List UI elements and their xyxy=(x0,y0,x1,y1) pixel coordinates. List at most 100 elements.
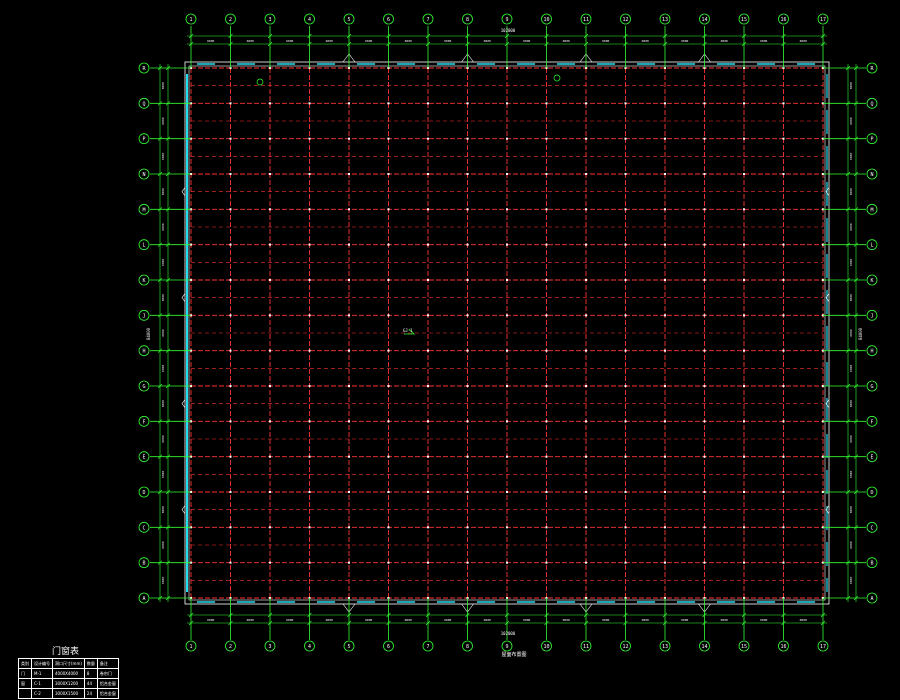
grid-node xyxy=(782,208,785,211)
axis-label-row: J xyxy=(870,313,873,319)
axis-label-column: 15 xyxy=(741,644,747,650)
grid-node xyxy=(703,349,706,352)
grid-node xyxy=(348,314,350,317)
grid-node xyxy=(624,173,627,175)
grid-node xyxy=(348,243,350,246)
grid-node xyxy=(387,385,390,387)
grid-node xyxy=(269,420,271,423)
grid-node xyxy=(387,102,390,105)
axis-label-column: 1 xyxy=(189,17,192,23)
axis-bubbles: 1122334455667788991010111112121313141415… xyxy=(138,13,878,652)
dimension-label-row: 6000 xyxy=(849,223,853,230)
grid-node xyxy=(427,349,429,352)
dimension-label-row: 6000 xyxy=(161,259,165,266)
grid-node xyxy=(703,561,706,564)
grid-node xyxy=(466,173,469,175)
dimension-label-column: 6000 xyxy=(800,39,807,43)
axis-label-row: E xyxy=(142,455,145,461)
axis-label-column: 12 xyxy=(622,17,628,23)
grid-node xyxy=(466,491,469,493)
grid-node xyxy=(545,314,548,317)
grid-node xyxy=(308,561,311,564)
dimension-label-row: 6000 xyxy=(161,117,165,124)
grid-node xyxy=(664,526,666,529)
dimension-label-column: 6000 xyxy=(642,39,649,43)
legend-cell: 3000X1500 xyxy=(52,688,85,699)
dimension-label-row: 6000 xyxy=(849,259,853,266)
grid-node xyxy=(229,208,232,211)
dimension-label-row: 6000 xyxy=(161,153,165,160)
grid-node xyxy=(624,279,627,281)
grid-node xyxy=(506,385,508,387)
grid-node xyxy=(466,314,469,317)
grid-node xyxy=(506,208,508,211)
dimension-label-column: 6000 xyxy=(563,618,570,622)
axis-label-column: 15 xyxy=(741,17,747,23)
axis-label-column: 16 xyxy=(780,17,786,23)
grid-node xyxy=(506,137,508,140)
dimension-label-column: 6000 xyxy=(247,618,254,622)
detail-marker xyxy=(553,74,561,82)
grid-node xyxy=(387,491,390,493)
axis-label-row: F xyxy=(142,419,145,425)
grid-node xyxy=(269,526,271,529)
axis-label-row: K xyxy=(142,278,145,284)
grid-node xyxy=(545,173,548,175)
grid-node xyxy=(782,491,785,493)
grid-node xyxy=(703,279,706,281)
grid-node xyxy=(348,526,350,529)
grid-node xyxy=(782,455,785,458)
grid-node xyxy=(743,561,745,564)
grid-node xyxy=(466,102,469,105)
overall-dimension-top: 102000 xyxy=(501,28,516,33)
dimension-label-row: 6000 xyxy=(849,400,853,407)
axis-label-column: 9 xyxy=(505,17,508,23)
dimension-label-row: 6000 xyxy=(849,117,853,124)
grid-node xyxy=(387,455,390,458)
grid-node xyxy=(664,349,666,352)
grid-node xyxy=(348,491,350,493)
grid-node xyxy=(229,455,232,458)
grid-node xyxy=(506,102,508,105)
legend-header-cell: 数量 xyxy=(83,658,98,669)
grid-node xyxy=(348,173,350,175)
grid-node xyxy=(308,385,311,387)
axis-label-column: 16 xyxy=(780,644,786,650)
grid-node xyxy=(585,208,587,211)
dimension-label-row: 6000 xyxy=(161,365,165,372)
axis-label-column: 6 xyxy=(387,644,390,650)
axis-label-row: R xyxy=(870,66,874,72)
grid-node xyxy=(743,526,745,529)
overall-dimension-left: 84000 xyxy=(146,327,151,340)
grid-node xyxy=(782,173,785,175)
axis-label-row: B xyxy=(870,561,873,567)
grid-node xyxy=(506,279,508,281)
axis-label-row: A xyxy=(870,596,873,602)
dimension-label-row: 6000 xyxy=(849,471,853,478)
grid-node xyxy=(427,561,429,564)
dimension-label-column: 6000 xyxy=(602,618,609,622)
grid-node xyxy=(229,137,232,140)
grid-node xyxy=(545,349,548,352)
axis-label-column: 1 xyxy=(189,644,192,650)
dimension-label-column: 6000 xyxy=(286,618,293,622)
grid-node xyxy=(506,561,508,564)
grid-node xyxy=(466,279,469,281)
dimension-label-row: 6000 xyxy=(849,329,853,336)
grid-node xyxy=(585,349,587,352)
grid-node xyxy=(506,243,508,246)
grid-node xyxy=(466,420,469,423)
grid-node xyxy=(624,314,627,317)
axis-label-row: A xyxy=(142,596,145,602)
axis-label-row: P xyxy=(870,137,873,143)
grid-node xyxy=(703,455,706,458)
grid-node xyxy=(585,561,587,564)
grid-node xyxy=(703,208,706,211)
axis-label-column: 2 xyxy=(229,17,232,23)
dimension-label-column: 6000 xyxy=(405,618,412,622)
grid-node xyxy=(545,385,548,387)
dimension-label-column: 6000 xyxy=(760,39,767,43)
grid-node xyxy=(506,173,508,175)
grid-node xyxy=(308,314,311,317)
dimension-label-row: 6000 xyxy=(161,82,165,89)
